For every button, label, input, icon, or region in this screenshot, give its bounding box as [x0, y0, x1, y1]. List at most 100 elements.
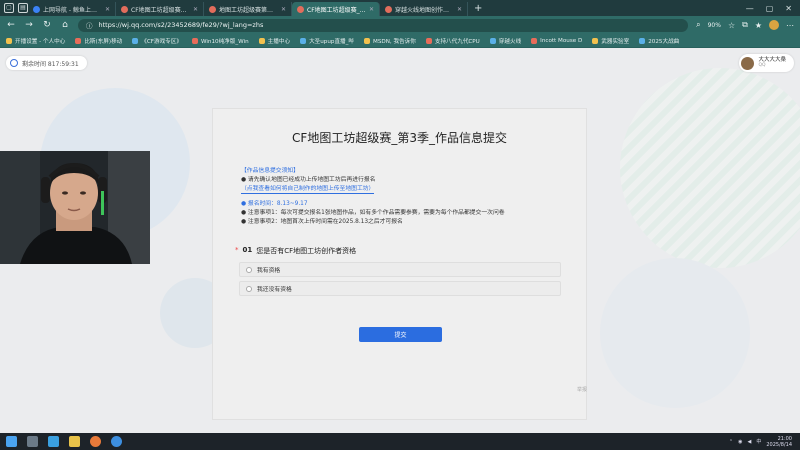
webcam-person-image — [0, 151, 150, 264]
bookmark-icon — [75, 37, 82, 44]
bookmark-icon — [639, 37, 646, 44]
notice-note-2: ● 注意事项2：地图首次上传时间需在2025.8.13之后才可报名 — [241, 219, 403, 225]
bookmark-star-icon[interactable]: ☆ — [728, 21, 735, 30]
favorites-icon[interactable]: ★ — [755, 21, 762, 30]
bookmark-icon — [191, 37, 198, 44]
bookmark-icon — [6, 37, 12, 44]
background-decoration — [620, 68, 800, 268]
home-icon[interactable]: ⌂ — [60, 20, 70, 30]
close-icon[interactable]: ✕ — [457, 6, 462, 13]
page-content: 剩余时间 817:59:31 大大大大桑 QQ CF地图工坊超级赛_第3季_作品… — [0, 48, 800, 433]
profile-icon[interactable]: ▢ — [4, 3, 14, 13]
app-icon[interactable] — [27, 436, 38, 447]
bookmark-item[interactable]: 主播中心 — [258, 37, 290, 45]
radio-icon[interactable] — [246, 266, 252, 273]
extensions-icon[interactable]: ⧉ — [742, 20, 748, 30]
question-number: 01 — [242, 246, 253, 254]
question-title: * 01 您是否有CF地图工坊创作者资格 — [235, 246, 356, 256]
form-notice: 【作品信息提交须知】 ● 请先确认地图已经成功上传地图工坊后再进行报名 （点我查… — [241, 167, 561, 227]
tab-nav[interactable]: 上网导航 - 鲸鱼上网 从这里开始✕ — [28, 2, 116, 16]
webcam-overlay — [0, 151, 150, 264]
option-no-qualification[interactable]: 我还没有资格 — [239, 281, 561, 296]
close-icon[interactable]: ✕ — [281, 6, 286, 13]
taskbar-clock[interactable]: 21:00 2025/8/14 — [766, 436, 792, 448]
report-link[interactable]: 举报 — [577, 386, 587, 393]
tab-actions-icon[interactable]: ▤ — [18, 3, 28, 13]
app-icon[interactable] — [90, 436, 101, 447]
required-mark: * — [235, 246, 239, 254]
submit-button[interactable]: 提交 — [359, 327, 442, 342]
favicon-icon — [121, 5, 128, 13]
account-avatar[interactable] — [769, 20, 779, 30]
tab-cf-superleague[interactable]: CF地图工坊超级赛第三季 王者✕ — [116, 2, 204, 16]
bookmark-item[interactable]: 支持八代九代CPU — [425, 37, 480, 45]
bookmark-item[interactable]: 2025大战曲 — [639, 37, 679, 45]
app-icon[interactable] — [48, 436, 59, 447]
tab-cf-season3[interactable]: 地图工坊超级赛第三季·穿越火线✕ — [204, 2, 292, 16]
bookmark-item[interactable]: 《CF游戏专区》 — [132, 37, 182, 45]
bookmark-icon — [258, 37, 265, 44]
bookmark-item[interactable]: 比斯(东屏)移动 — [75, 37, 122, 45]
registration-period: ● 报名时间：8.13~9.17 — [241, 201, 308, 207]
browser-tab-bar: ▢ ▤ 上网导航 - 鲸鱼上网 从这里开始✕ CF地图工坊超级赛第三季 王者✕ … — [0, 0, 800, 16]
tray-icon[interactable]: ⌃ — [729, 439, 733, 445]
bookmarks-bar: 开播设置 - 个人中心 比斯(东屏)移动 《CF游戏专区》 Win10纯净版_W… — [0, 34, 800, 48]
bookmark-icon — [531, 37, 538, 44]
menu-icon[interactable]: ⋯ — [786, 21, 794, 30]
maximize-icon[interactable]: ▢ — [766, 4, 774, 13]
bookmark-item[interactable]: 武器实验室 — [592, 37, 629, 45]
input-language[interactable]: 中 — [756, 438, 761, 445]
forward-icon[interactable]: → — [24, 20, 34, 30]
bookmark-icon — [132, 37, 139, 44]
option-has-qualification[interactable]: 我有资格 — [239, 262, 561, 277]
url-text: https://wj.qq.com/s2/23452689/fe29/?wj_l… — [98, 21, 264, 29]
bookmark-icon — [364, 37, 371, 44]
user-badge[interactable]: 大大大大桑 QQ — [739, 54, 794, 72]
avatar — [741, 56, 755, 70]
favicon-icon — [33, 5, 40, 13]
bookmark-icon — [300, 37, 307, 44]
bookmark-item[interactable]: 穿越火线 — [489, 37, 521, 45]
favicon-icon — [297, 5, 304, 13]
user-account-type: QQ — [758, 63, 766, 68]
zoom-level[interactable]: 90% — [708, 22, 721, 29]
zoom-icon[interactable]: ⌕ — [696, 20, 700, 30]
start-icon[interactable] — [6, 436, 17, 447]
remaining-time: 剩余时间 817:59:31 — [6, 56, 87, 70]
radio-icon[interactable] — [246, 285, 252, 292]
reload-icon[interactable]: ↻ — [42, 20, 52, 30]
minimize-icon[interactable]: — — [746, 4, 754, 13]
bookmark-item[interactable]: MSDN, 我告诉你 — [364, 37, 416, 45]
browser-icon[interactable] — [111, 436, 122, 447]
tab-form-active[interactable]: CF地图工坊超级赛_第3季_作品信息提交✕ — [292, 2, 380, 16]
favicon-icon — [385, 5, 392, 13]
bookmark-item[interactable]: Incott Mouse D — [531, 37, 582, 44]
address-bar[interactable]: ⓘ https://wj.qq.com/s2/23452689/fe29/?wj… — [78, 18, 689, 32]
bookmark-item[interactable]: 开播设置 - 个人中心 — [6, 37, 65, 45]
close-icon[interactable]: ✕ — [105, 6, 110, 13]
survey-form: CF地图工坊超级赛_第3季_作品信息提交 【作品信息提交须知】 ● 请先确认地图… — [212, 108, 587, 420]
volume-icon[interactable]: ◀ — [747, 439, 751, 445]
question-text: 您是否有CF地图工坊创作者资格 — [256, 247, 357, 255]
network-icon[interactable]: ◉ — [738, 439, 742, 445]
tab-creator-center[interactable]: 穿越火线地图创作者中心-腾讯游戏✕ — [380, 2, 468, 16]
bookmark-item[interactable]: 大圣upup直播_哔 — [300, 37, 354, 45]
background-decoration — [600, 258, 750, 408]
bookmark-item[interactable]: Win10纯净版_Win — [191, 37, 249, 45]
windows-taskbar: ⌃ ◉ ◀ 中 21:00 2025/8/14 — [0, 433, 800, 450]
back-icon[interactable]: ← — [6, 20, 16, 30]
window-close-icon[interactable]: ✕ — [785, 4, 792, 13]
site-info-icon[interactable]: ⓘ — [86, 20, 93, 30]
close-icon[interactable]: ✕ — [369, 6, 374, 13]
notice-heading: 【作品信息提交须知】 — [241, 168, 299, 174]
bookmark-icon — [489, 37, 496, 44]
upload-guide-link[interactable]: （点我查看如何将自己制作的地图上传至地图工坊） — [241, 186, 375, 194]
favicon-icon — [209, 5, 216, 13]
address-toolbar: ← → ↻ ⌂ ⓘ https://wj.qq.com/s2/23452689/… — [0, 16, 800, 34]
bookmark-icon — [425, 37, 432, 44]
close-icon[interactable]: ✕ — [193, 6, 198, 13]
clock-icon — [10, 59, 18, 67]
new-tab-button[interactable]: + — [468, 2, 488, 16]
folder-icon[interactable] — [69, 436, 80, 447]
notice-line: ● 请先确认地图已经成功上传地图工坊后再进行报名 — [241, 177, 376, 183]
